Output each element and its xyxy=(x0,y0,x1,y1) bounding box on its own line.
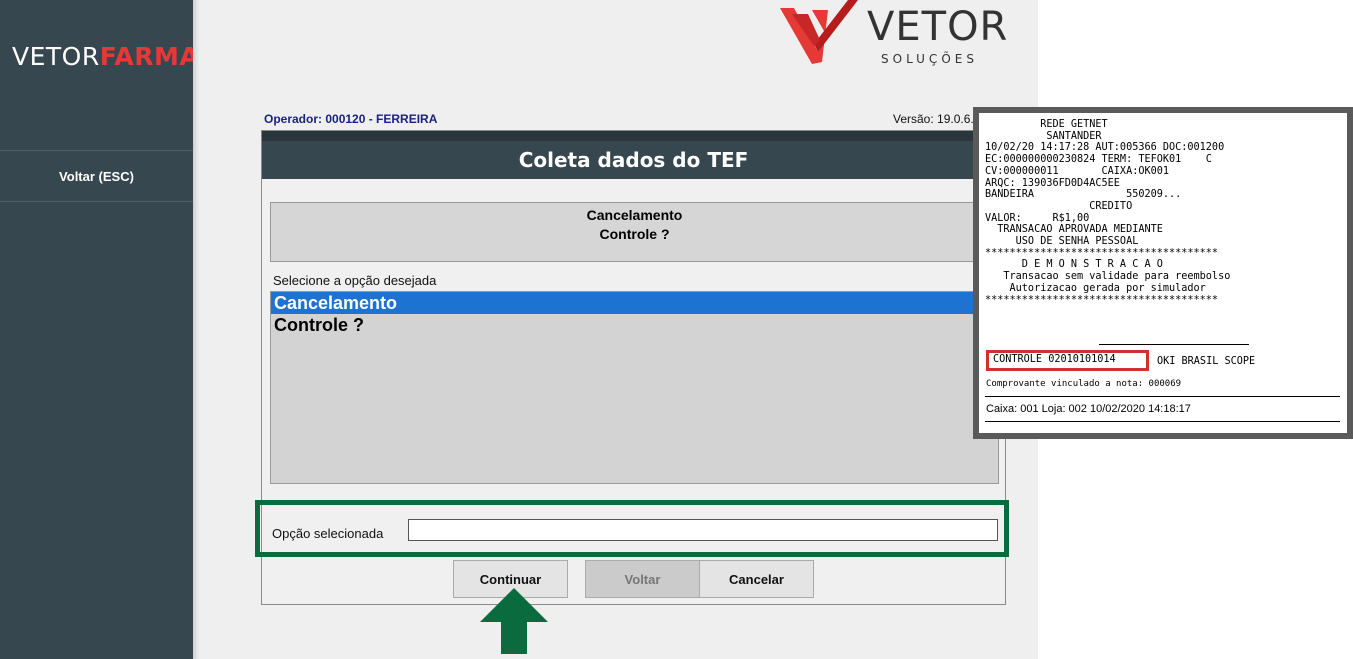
receipt-divider xyxy=(985,421,1340,422)
linked-note: Comprovante vinculado a nota: 000069 xyxy=(986,379,1182,389)
control-rest: OKI BRASIL SCOPE xyxy=(1157,356,1256,367)
prompt-box: Cancelamento Controle ? xyxy=(270,202,999,262)
receipt-line-text: BANDEIRA 550209... xyxy=(985,189,1182,201)
logo-wordmark: VETOR xyxy=(867,4,1009,50)
receipt-line-text: ************************************** xyxy=(985,247,1219,259)
logo-subtitle: SOLUÇÕES xyxy=(881,52,978,66)
receipt-line-text: SANTANDER xyxy=(985,130,1102,142)
option-item[interactable]: Cancelamento xyxy=(271,292,998,314)
receipt-line-text: REDE GETNET xyxy=(985,119,1108,130)
receipt-line-text: Autorizacao gerada por simulador xyxy=(985,282,1206,294)
brand-part1: VETOR xyxy=(12,42,100,71)
receipt-line-text: CREDITO xyxy=(985,200,1133,212)
receipt-line-text: 10/02/20 14:17:28 AUT:005366 DOC:001200 xyxy=(985,142,1225,154)
cancel-button[interactable]: Cancelar xyxy=(699,560,814,598)
receipt-line-text: D E M O N S T R A C A O xyxy=(985,259,1163,271)
back-button[interactable]: Voltar xyxy=(585,560,700,598)
dialog-title: Coleta dados do TEF xyxy=(262,141,1005,179)
main-shadow xyxy=(193,0,199,659)
receipt-divider xyxy=(985,396,1340,397)
receipt-line-text: TRANSACAO APROVADA MEDIANTE xyxy=(985,224,1163,236)
receipt-line-text: VALOR: R$1,00 xyxy=(985,212,1090,224)
tef-receipt: REDE GETNET SANTANDER 10/02/20 14:17:28 A… xyxy=(973,107,1353,439)
option-item[interactable]: Controle ? xyxy=(271,314,998,336)
receipt-line-text: ARQC: 139036FD0D4AC5EE xyxy=(985,177,1120,189)
receipt-line-text: CV:000000011 CAIXA:OK001 xyxy=(985,165,1170,177)
sidebar: VETORFARMA Voltar (ESC) xyxy=(0,0,199,659)
brand-part2: FARMA xyxy=(99,42,200,71)
control-code-highlight: CONTROLE 02010101014 xyxy=(986,350,1149,371)
signature-line xyxy=(1099,344,1249,345)
prompt-line: Controle ? xyxy=(599,226,670,242)
sidebar-divider xyxy=(0,201,193,202)
selected-option-highlight xyxy=(255,500,1009,557)
receipt-line-text: USO DE SENHA PESSOAL xyxy=(985,236,1139,248)
operator-info: Operador: 000120 - FERREIRA xyxy=(264,112,438,126)
prompt-line: Cancelamento xyxy=(586,207,683,223)
receipt-body: REDE GETNET SANTANDER 10/02/20 14:17:28 A… xyxy=(985,119,1345,306)
select-option-label: Selecione a opção desejada xyxy=(273,273,437,288)
receipt-line-text: EC:000000000230824 TERM: TEFOK01 C xyxy=(985,154,1212,166)
receipt-line-text: ************************************** xyxy=(985,294,1219,306)
receipt-line-text: Transacao sem validade para reembolso xyxy=(985,271,1231,283)
brand-logo: VETORFARMA xyxy=(12,42,199,71)
control-code: CONTROLE 02010101014 xyxy=(993,354,1116,365)
receipt-footer: Caixa: 001 Loja: 002 10/02/2020 14:18:17 xyxy=(986,403,1191,415)
option-list[interactable]: Cancelamento Controle ? xyxy=(270,291,999,484)
back-esc-button[interactable]: Voltar (ESC) xyxy=(0,151,193,201)
version-info: Versão: 19.0.6. xyxy=(893,112,974,126)
dialog-top-bar xyxy=(262,131,1005,141)
arrow-up-icon xyxy=(480,588,548,654)
